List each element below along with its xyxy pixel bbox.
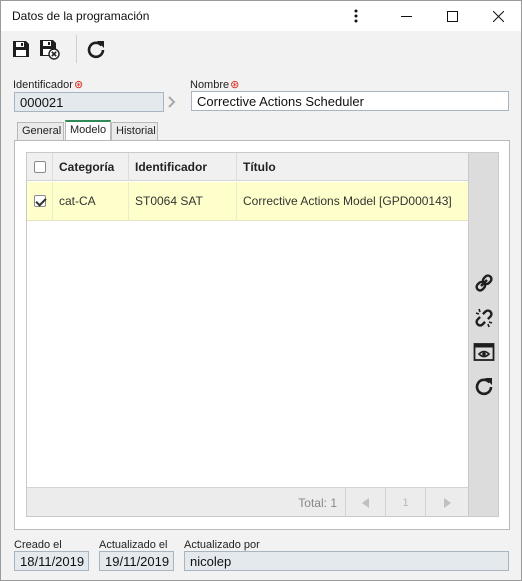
grid-header: Categoría Identificador Título bbox=[27, 153, 468, 181]
next-page-button[interactable] bbox=[425, 488, 468, 517]
window-title: Datos de la programación bbox=[12, 9, 150, 23]
cell-categoria: cat-CA bbox=[53, 182, 129, 221]
cell-titulo: Corrective Actions Model [GPD000143] bbox=[243, 194, 452, 208]
toolbar-separator bbox=[76, 35, 77, 63]
nombre-field[interactable]: Corrective Actions Scheduler bbox=[191, 91, 509, 111]
link-icon bbox=[475, 274, 493, 292]
associate-button[interactable] bbox=[472, 271, 496, 295]
disassociate-button[interactable] bbox=[472, 306, 496, 330]
required-icon: ⊛ bbox=[73, 79, 84, 91]
minimize-icon bbox=[400, 15, 412, 17]
grid-refresh-button[interactable] bbox=[472, 374, 496, 398]
save-and-close-button[interactable] bbox=[37, 37, 61, 61]
previous-page-button[interactable] bbox=[345, 488, 385, 517]
more-options-button[interactable] bbox=[333, 1, 379, 31]
select-all-checkbox[interactable] bbox=[34, 161, 46, 173]
grid-action-sidebar bbox=[469, 152, 499, 517]
row-checkbox[interactable] bbox=[34, 195, 46, 207]
nombre-label-text: Nombre bbox=[190, 79, 230, 91]
actualizado-field: 19/11/2019 bbox=[99, 551, 174, 571]
close-icon bbox=[492, 10, 504, 22]
window-eye-icon bbox=[473, 343, 495, 361]
page-number: 1 bbox=[385, 488, 425, 517]
creado-field: 18/11/2019 bbox=[14, 551, 89, 571]
required-icon: ⊛ bbox=[230, 79, 240, 91]
maximize-icon bbox=[446, 10, 458, 22]
actualizado-por-label: Actualizado por bbox=[184, 539, 260, 551]
minimize-button[interactable] bbox=[383, 1, 429, 31]
grid-pagination: Total: 1 1 bbox=[27, 487, 468, 517]
cell-identificador: ST0064 SAT bbox=[129, 182, 237, 221]
table-row[interactable]: cat-CA ST0064 SAT Corrective Actions Mod… bbox=[27, 182, 468, 221]
refresh-icon bbox=[87, 41, 105, 59]
column-header-identificador[interactable]: Identificador bbox=[129, 153, 237, 181]
title-bar: Datos de la programación bbox=[1, 1, 521, 31]
floppy-disk-close-icon bbox=[40, 40, 60, 60]
column-header-titulo[interactable]: Título bbox=[237, 153, 468, 181]
actualizado-por-field: nicolep bbox=[184, 551, 509, 571]
triangle-left-icon bbox=[361, 497, 369, 508]
tab-panel-modelo: Categoría Identificador Título cat-CA ST… bbox=[14, 140, 510, 530]
creado-label: Creado el bbox=[14, 539, 62, 551]
refresh-button[interactable] bbox=[84, 37, 108, 61]
column-header-categoria[interactable]: Categoría bbox=[53, 153, 129, 181]
dialog-window: Datos de la programación Identificador⊛ … bbox=[0, 0, 522, 581]
identificador-label: Identificador⊛ bbox=[13, 78, 83, 91]
chevron-right-icon bbox=[168, 96, 176, 108]
actualizado-label: Actualizado el bbox=[99, 539, 168, 551]
view-button[interactable] bbox=[472, 340, 496, 364]
toolbar bbox=[1, 31, 521, 67]
kebab-icon bbox=[354, 9, 358, 23]
unlink-icon bbox=[475, 308, 493, 328]
tab-historial[interactable]: Historial bbox=[111, 122, 158, 140]
save-button[interactable] bbox=[9, 37, 33, 61]
identificador-field[interactable]: 000021 bbox=[14, 92, 164, 112]
refresh-icon bbox=[475, 378, 493, 396]
total-count: Total: 1 bbox=[298, 496, 337, 510]
floppy-disk-icon bbox=[13, 41, 29, 57]
select-all-cell[interactable] bbox=[27, 153, 53, 181]
tab-modelo[interactable]: Modelo bbox=[65, 120, 111, 141]
identificador-label-text: Identificador bbox=[13, 79, 73, 91]
maximize-button[interactable] bbox=[429, 1, 475, 31]
nombre-label: Nombre⊛ bbox=[190, 78, 239, 91]
model-grid: Categoría Identificador Título cat-CA ST… bbox=[26, 152, 469, 517]
identificador-arrow-button[interactable] bbox=[164, 92, 180, 112]
tab-general[interactable]: General bbox=[17, 122, 64, 140]
row-select-cell[interactable] bbox=[27, 182, 53, 221]
close-button[interactable] bbox=[475, 1, 521, 31]
triangle-right-icon bbox=[444, 497, 451, 508]
